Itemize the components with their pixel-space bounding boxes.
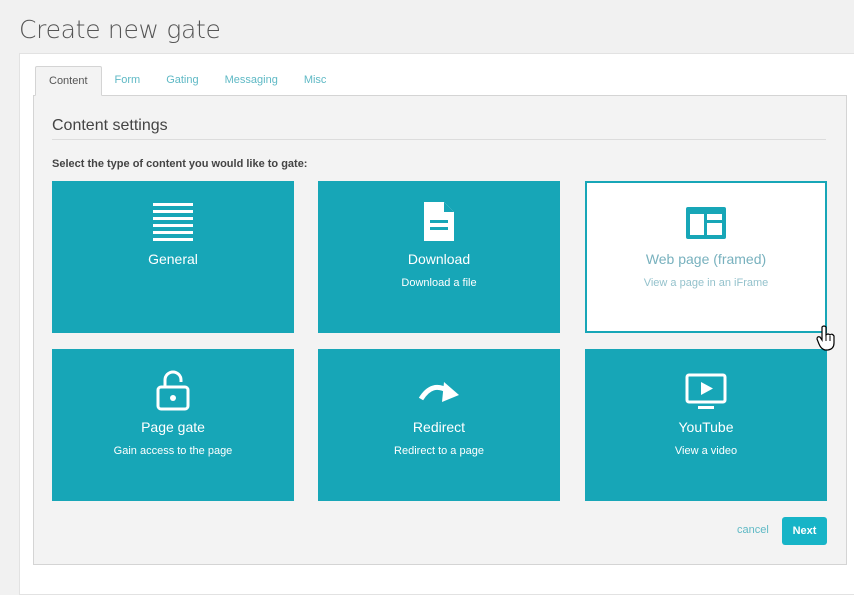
list-lines-icon — [153, 203, 193, 241]
tab-form[interactable]: Form — [102, 66, 154, 94]
page-title: Create new gate — [19, 15, 221, 44]
content-type-prompt: Select the type of content you would lik… — [52, 158, 308, 170]
section-divider — [52, 139, 826, 140]
content-type-card-download[interactable]: Download Download a file — [318, 181, 560, 333]
content-type-card-youtube[interactable]: YouTube View a video — [585, 349, 827, 501]
card-subtitle: View a page in an iFrame — [643, 277, 769, 289]
document-icon — [424, 202, 454, 241]
tab-misc[interactable]: Misc — [291, 66, 340, 94]
content-type-card-redirect[interactable]: Redirect Redirect to a page — [318, 349, 560, 501]
card-subtitle: Redirect to a page — [394, 445, 484, 457]
card-title: Redirect — [412, 419, 466, 435]
content-type-card-general[interactable]: General — [52, 181, 294, 333]
unlock-icon — [156, 370, 190, 411]
card-subtitle: View a video — [674, 445, 738, 457]
cancel-link[interactable]: cancel — [737, 524, 769, 536]
video-play-icon — [685, 373, 727, 409]
card-title: Page gate — [141, 419, 205, 435]
redirect-arrow-icon — [418, 382, 459, 402]
content-type-card-page-gate[interactable]: Page gate Gain access to the page — [52, 349, 294, 501]
section-title: Content settings — [52, 117, 168, 134]
card-subtitle: Gain access to the page — [113, 445, 233, 457]
content-type-card-web-page-framed[interactable]: Web page (framed) View a page in an iFra… — [585, 181, 827, 333]
card-title: Download — [407, 251, 471, 267]
card-title: General — [148, 251, 198, 267]
card-title: YouTube — [678, 419, 734, 435]
card-subtitle: Download a file — [401, 277, 477, 289]
next-button[interactable]: Next — [782, 517, 827, 545]
browser-window-icon — [686, 207, 726, 239]
hand-cursor-icon — [816, 325, 835, 351]
card-title: Web page (framed) — [645, 251, 767, 267]
tab-gating[interactable]: Gating — [153, 66, 211, 94]
tab-content[interactable]: Content — [35, 66, 102, 96]
tab-messaging[interactable]: Messaging — [212, 66, 291, 94]
tab-bar: Content Form Gating Messaging Misc — [35, 66, 339, 96]
